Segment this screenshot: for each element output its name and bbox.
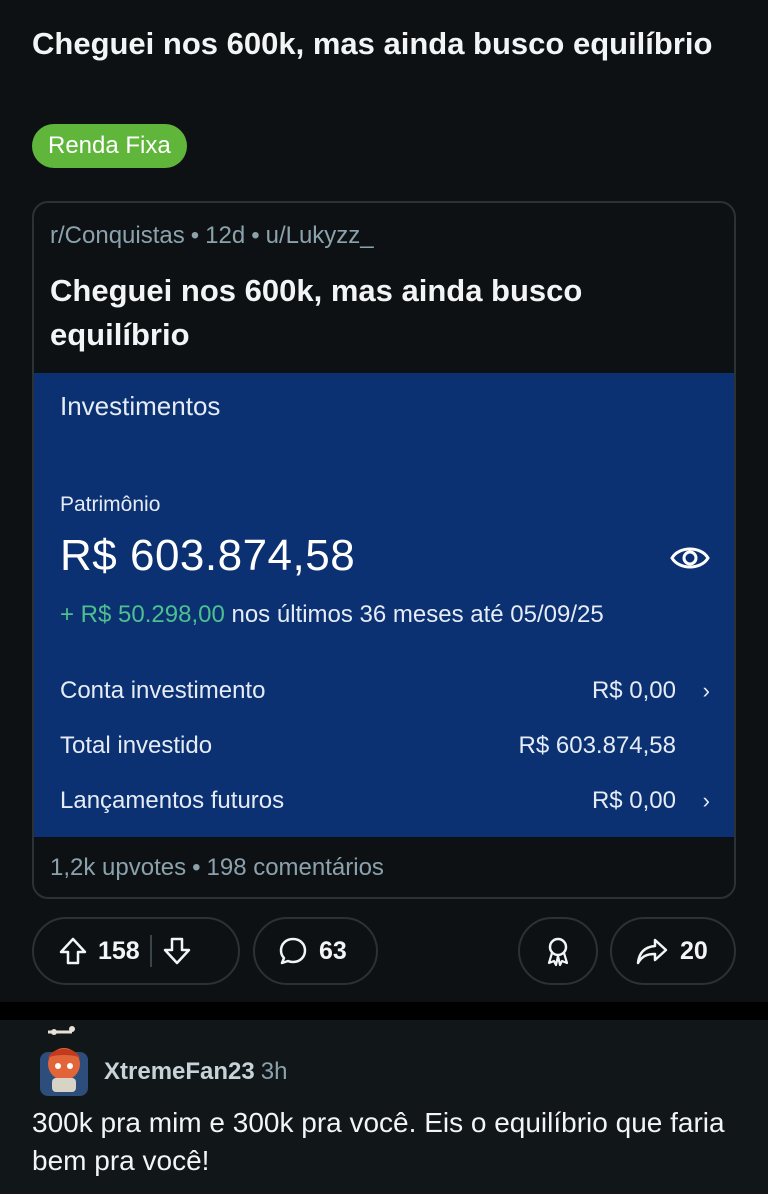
crosspost-comments: 198 comentários bbox=[206, 854, 384, 881]
eye-icon bbox=[670, 547, 710, 569]
upvote-icon bbox=[59, 937, 87, 965]
gain-line: + R$ 50.298,00 nos últimos 36 meses até … bbox=[60, 601, 604, 629]
comment-author[interactable]: XtremeFan23 3h bbox=[104, 1058, 287, 1086]
vote-divider bbox=[149, 935, 152, 967]
crosspost-title[interactable]: Cheguei nos 600k, mas ainda busco equilí… bbox=[50, 269, 710, 357]
gain-amount: + R$ 50.298,00 bbox=[60, 601, 225, 628]
investments-image[interactable]: Investimentos Patrimônio R$ 603.874,58 +… bbox=[34, 373, 734, 837]
gain-text: nos últimos 36 meses até 05/09/25 bbox=[231, 601, 604, 628]
row-value: R$ 0,00 bbox=[591, 677, 676, 704]
chevron-right-icon: › bbox=[702, 678, 710, 703]
chevron-right-icon: › bbox=[702, 788, 710, 813]
share-count: 20 bbox=[680, 936, 708, 965]
comment-count: 63 bbox=[319, 936, 347, 965]
avatar[interactable] bbox=[32, 1024, 94, 1100]
crosspost-meta: r/Conquistas • 12d • u/Lukyzz_ bbox=[50, 221, 374, 251]
upvote-count: 158 bbox=[98, 936, 140, 965]
row-lancamentos-futuros: Lançamentos futuros R$ 0,00 › bbox=[60, 781, 710, 821]
crosspost-author[interactable]: u/Lukyzz_ bbox=[266, 222, 374, 249]
row-value: R$ 0,00 bbox=[591, 787, 676, 814]
row-label: Conta investimento bbox=[60, 677, 266, 704]
meta-separator: • bbox=[190, 222, 200, 249]
patrimonio-label: Patrimônio bbox=[60, 493, 161, 516]
share-button[interactable]: 20 bbox=[610, 917, 736, 985]
post-title[interactable]: Cheguei nos 600k, mas ainda busco equilí… bbox=[32, 22, 732, 66]
row-total-investido: Total investido R$ 603.874,58 bbox=[60, 726, 710, 766]
share-icon bbox=[636, 938, 668, 965]
comments-button[interactable]: 63 bbox=[253, 917, 378, 985]
comment-icon bbox=[279, 937, 307, 965]
downvote-icon bbox=[163, 937, 190, 965]
row-label: Lançamentos futuros bbox=[60, 787, 285, 814]
patrimonio-value: R$ 603.874,58 bbox=[60, 531, 356, 580]
crosspost-upvotes: 1,2k upvotes bbox=[50, 854, 187, 881]
row-value: R$ 603.874,58 bbox=[518, 732, 676, 759]
crosspost-subreddit[interactable]: r/Conquistas bbox=[50, 222, 185, 249]
share-icon-wrap bbox=[636, 936, 668, 966]
downvote-button[interactable] bbox=[162, 936, 192, 966]
comment-author-name[interactable]: XtremeFan23 bbox=[104, 1058, 255, 1085]
row-conta-investimento: Conta investimento R$ 0,00 › bbox=[60, 671, 710, 711]
award-icon bbox=[547, 937, 569, 967]
crosspost-stats: 1,2k upvotes • 198 comentários bbox=[50, 853, 384, 883]
row-label: Total investido bbox=[60, 732, 213, 759]
comment-body: 300k pra mim e 300k pra você. Eis o equi… bbox=[32, 1107, 725, 1176]
comment-time: 3h bbox=[260, 1058, 288, 1085]
meta-separator: • bbox=[192, 854, 201, 881]
vote-control: 158 bbox=[32, 917, 240, 985]
comment-icon-wrap bbox=[277, 935, 309, 967]
crosspost-age: 12d bbox=[205, 222, 246, 249]
award-button[interactable] bbox=[518, 917, 598, 985]
flair-badge[interactable]: Renda Fixa bbox=[32, 124, 187, 168]
section-divider bbox=[0, 1002, 768, 1020]
comment: XtremeFan23 3h 300k pra mim e 300k pra vo… bbox=[0, 1020, 768, 1194]
upvote-button[interactable] bbox=[58, 936, 88, 966]
meta-separator: • bbox=[251, 222, 260, 249]
crosspost-card[interactable]: r/Conquistas • 12d • u/Lukyzz_ Cheguei nos 6… bbox=[32, 201, 736, 899]
investments-heading: Investimentos bbox=[60, 391, 221, 421]
